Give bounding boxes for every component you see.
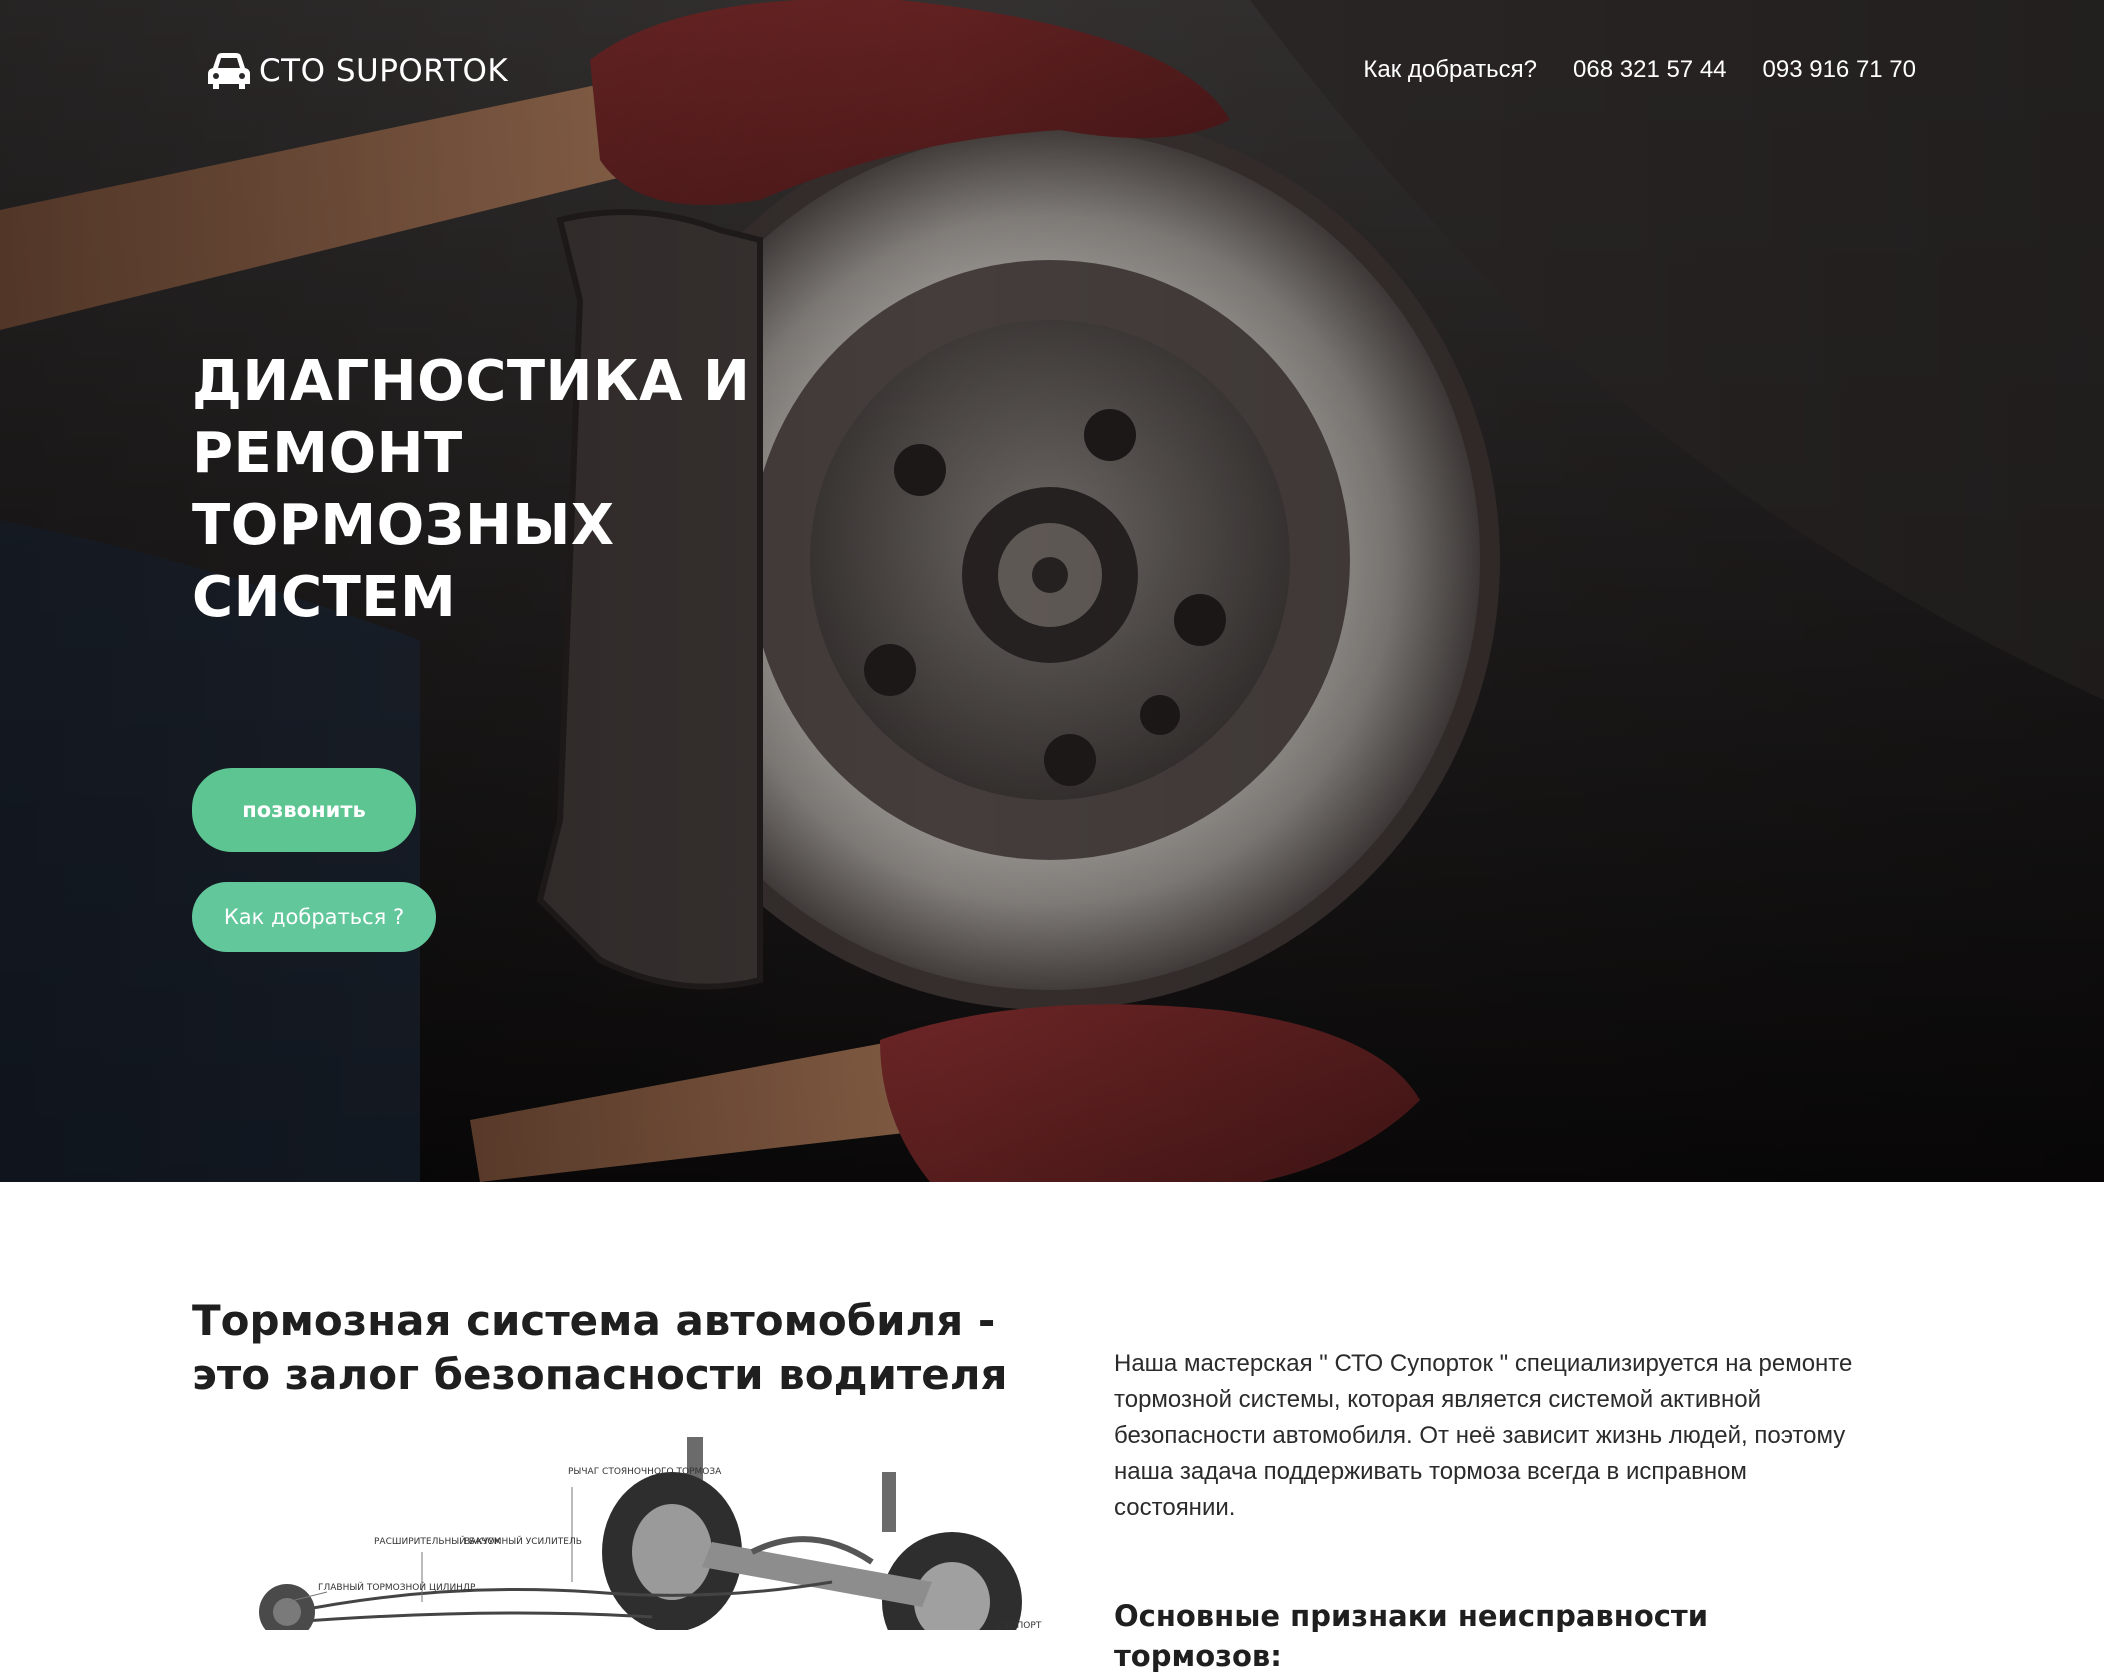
site-logo[interactable]: СТО SUPORTOK (205, 48, 508, 94)
nav-link-directions[interactable]: Как добраться? (1363, 52, 1537, 88)
nav-link-phone-1[interactable]: 068 321 57 44 (1573, 52, 1726, 88)
diagram-label-master-cylinder: ГЛАВНЫЙ ТОРМОЗНОЙ ЦИЛИНДР (318, 1581, 476, 1593)
diagram-label-parking-lever: РЫЧАГ СТОЯНОЧНОГО ТОРМОЗА (568, 1467, 722, 1477)
call-button[interactable]: позвонить (192, 768, 416, 852)
hero-title: ДИАГНОСТИКА И РЕМОНТ ТОРМОЗНЫХ СИСТЕМ (192, 349, 751, 630)
logo-text: СТО SUPORTOK (259, 53, 509, 89)
hero-section: СТО SUPORTOK Как добраться? 068 321 57 4… (0, 0, 2104, 1182)
diagram-label-caliper: СУППОРТ (998, 1621, 1042, 1630)
car-icon (208, 53, 250, 89)
main-nav: Как добраться? 068 321 57 44 093 916 71 … (1363, 52, 1916, 88)
brake-system-illustration: РЫЧАГ СТОЯНОЧНОГО ТОРМОЗА РАСШИРИТЕЛЬНЫЙ… (259, 1437, 1042, 1630)
nav-link-phone-2[interactable]: 093 916 71 70 (1763, 52, 1916, 88)
faults-subheading: Основные признаки неисправности тормозов… (1114, 1599, 1709, 1673)
section-title: Тормозная система автомобиля - это залог… (192, 1296, 1008, 1399)
diagram-label-vacuum-booster: ВАКУУМНЫЙ УСИЛИТЕЛЬ (464, 1535, 582, 1547)
top-navigation-bar: СТО SUPORTOK Как добраться? 068 321 57 4… (0, 0, 2104, 140)
brake-system-diagram: РЫЧАГ СТОЯНОЧНОГО ТОРМОЗА РАСШИРИТЕЛЬНЫЙ… (192, 1432, 1052, 1630)
intro-paragraph: Наша мастерская " СТО Супорток " специал… (1114, 1350, 1853, 1521)
about-section: Тормозная система автомобиля - это залог… (0, 1182, 2104, 1673)
directions-button[interactable]: Как добраться ? (192, 882, 436, 952)
